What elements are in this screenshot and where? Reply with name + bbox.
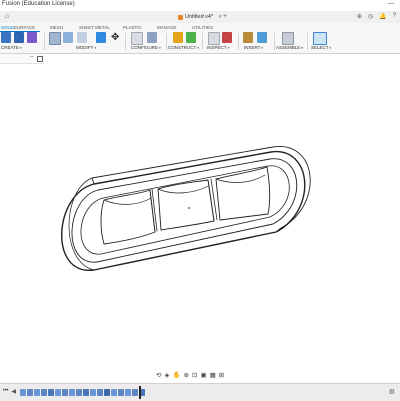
section-analysis-icon[interactable]: [222, 32, 232, 43]
sketch-feature-icon[interactable]: [111, 389, 117, 396]
toolbar-separator: [125, 33, 126, 50]
new-component-icon[interactable]: [282, 32, 294, 45]
new-tab-icon[interactable]: +: [223, 13, 227, 20]
toolbar-separator: [307, 33, 308, 50]
fillet-feature-icon[interactable]: [83, 389, 89, 396]
home-icon[interactable]: ⌂: [5, 13, 9, 20]
configure-rule-icon[interactable]: [147, 32, 157, 43]
tab-solid[interactable]: SOLID: [1, 25, 15, 30]
cradle-1: [100, 189, 156, 245]
cradle-3-lip: [215, 174, 266, 183]
extrude-feature-icon[interactable]: [118, 389, 124, 396]
configure-menu[interactable]: CONFIGURE▾: [131, 45, 161, 50]
orbit-icon[interactable]: ⟲: [156, 371, 161, 379]
sketch-feature-icon[interactable]: [69, 389, 75, 396]
construct-menu[interactable]: CONSTRUCT▾: [168, 45, 199, 50]
configure-table-icon[interactable]: [131, 32, 143, 45]
collapse-panel-icon[interactable]: –: [30, 54, 33, 60]
revolve-icon[interactable]: [27, 32, 37, 43]
go-to-start-icon[interactable]: ⏮: [3, 388, 8, 395]
step-back-icon[interactable]: ◀: [11, 388, 16, 395]
look-at-icon[interactable]: ◈: [164, 371, 169, 379]
cradle-3: [215, 166, 271, 221]
close-tab-icon[interactable]: ✕: [218, 14, 222, 20]
sketch-feature-icon[interactable]: [34, 389, 40, 396]
chamfer-feature-icon[interactable]: [104, 389, 110, 396]
help-icon[interactable]: ?: [393, 13, 396, 20]
extrude-feature-icon[interactable]: [132, 389, 138, 396]
extrude-feature-icon[interactable]: [97, 389, 103, 396]
measure-icon[interactable]: [208, 32, 220, 45]
timeline: ⏮ ◀ ⚙: [0, 383, 400, 401]
shell-icon[interactable]: [77, 32, 87, 43]
sketch-feature-icon[interactable]: [20, 389, 26, 396]
canvas-viewport[interactable]: [0, 63, 400, 369]
cradle-1-lip: [103, 197, 152, 205]
toolbar-separator: [166, 33, 167, 50]
recess-edge: [80, 165, 290, 255]
title-bar: Fusion (Education License) —: [0, 0, 400, 11]
insert-menu[interactable]: INSERT▾: [244, 45, 263, 50]
inner-rim: [71, 158, 298, 263]
tab-sheet-metal[interactable]: SHEET METAL: [79, 25, 110, 30]
display-settings-icon[interactable]: ▣: [200, 371, 206, 379]
model-body[interactable]: [61, 146, 311, 271]
origin-point: [188, 207, 190, 209]
toolbar-separator: [238, 33, 239, 50]
app-title: Fusion (Education License): [2, 1, 75, 7]
toolbar-separator: [202, 33, 203, 50]
extensions-icon[interactable]: ⊕: [357, 13, 362, 20]
toolbar: SOLID SURFACE MESH SHEET METAL PLASTIC M…: [0, 23, 400, 54]
press-pull-icon[interactable]: [49, 32, 61, 45]
axis-icon[interactable]: [186, 32, 196, 43]
tab-plastic[interactable]: PLASTIC: [123, 25, 142, 30]
document-tab[interactable]: Untitled v4* ✕: [178, 12, 222, 22]
combine-icon[interactable]: [96, 32, 106, 43]
toolbar-separator: [44, 33, 45, 50]
tab-mesh[interactable]: MESH: [50, 25, 63, 30]
create-sketch-icon[interactable]: [1, 32, 11, 43]
extrude-feature-icon[interactable]: [62, 389, 68, 396]
fit-icon[interactable]: ⊡: [192, 371, 197, 379]
fillet-feature-icon[interactable]: [48, 389, 54, 396]
offset-plane-icon[interactable]: [173, 32, 183, 43]
timeline-controls: ⏮ ◀: [3, 388, 16, 395]
timeline-settings-icon[interactable]: ⚙: [389, 388, 395, 396]
create-menu[interactable]: CREATE▾: [1, 45, 22, 50]
move-icon[interactable]: ✥: [111, 32, 121, 43]
select-icon[interactable]: [313, 32, 327, 45]
toolbar-separator: [274, 33, 275, 50]
extrude-feature-icon[interactable]: [41, 389, 47, 396]
extrude-feature-icon[interactable]: [76, 389, 82, 396]
job-status-icon[interactable]: ◷: [368, 13, 373, 20]
grid-settings-icon[interactable]: ▦: [210, 371, 216, 379]
document-tab-label: Untitled v4*: [185, 14, 214, 20]
tab-utilities[interactable]: UTILITIES: [192, 25, 213, 30]
extrude-icon[interactable]: [14, 32, 24, 43]
pin-panel-icon[interactable]: [37, 56, 43, 62]
insert-image-icon[interactable]: [257, 32, 267, 43]
window-minimize-icon[interactable]: —: [388, 1, 394, 7]
inspect-menu[interactable]: INSPECT▾: [207, 45, 229, 50]
navigation-bar: ⟲ ◈ ✋ ⊕ ⊡ ▣ ▦ ⊞: [156, 369, 224, 381]
tab-surface[interactable]: SURFACE: [14, 25, 35, 30]
tabbar-right-icons: ⊕ ◷ 🔔 ?: [357, 13, 396, 20]
extrude-feature-icon[interactable]: [27, 389, 33, 396]
modify-menu[interactable]: MODIFY▾: [76, 45, 96, 50]
sketch-feature-icon[interactable]: [90, 389, 96, 396]
divider-wall-right: [207, 178, 218, 222]
select-menu[interactable]: SELECT▾: [311, 45, 331, 50]
timeline-marker[interactable]: [139, 386, 141, 399]
zoom-icon[interactable]: ⊕: [184, 371, 189, 379]
insert-derive-icon[interactable]: [243, 32, 253, 43]
assemble-menu[interactable]: ASSEMBLE▾: [276, 45, 303, 50]
fillet-icon[interactable]: [63, 32, 73, 43]
viewports-icon[interactable]: ⊞: [219, 371, 224, 379]
sketch-feature-icon[interactable]: [125, 389, 131, 396]
tab-manage[interactable]: MANAGE: [157, 25, 177, 30]
design-file-icon: [178, 14, 183, 20]
sketch-feature-icon[interactable]: [55, 389, 61, 396]
pan-icon[interactable]: ✋: [172, 371, 180, 379]
notifications-icon[interactable]: 🔔: [379, 13, 386, 20]
